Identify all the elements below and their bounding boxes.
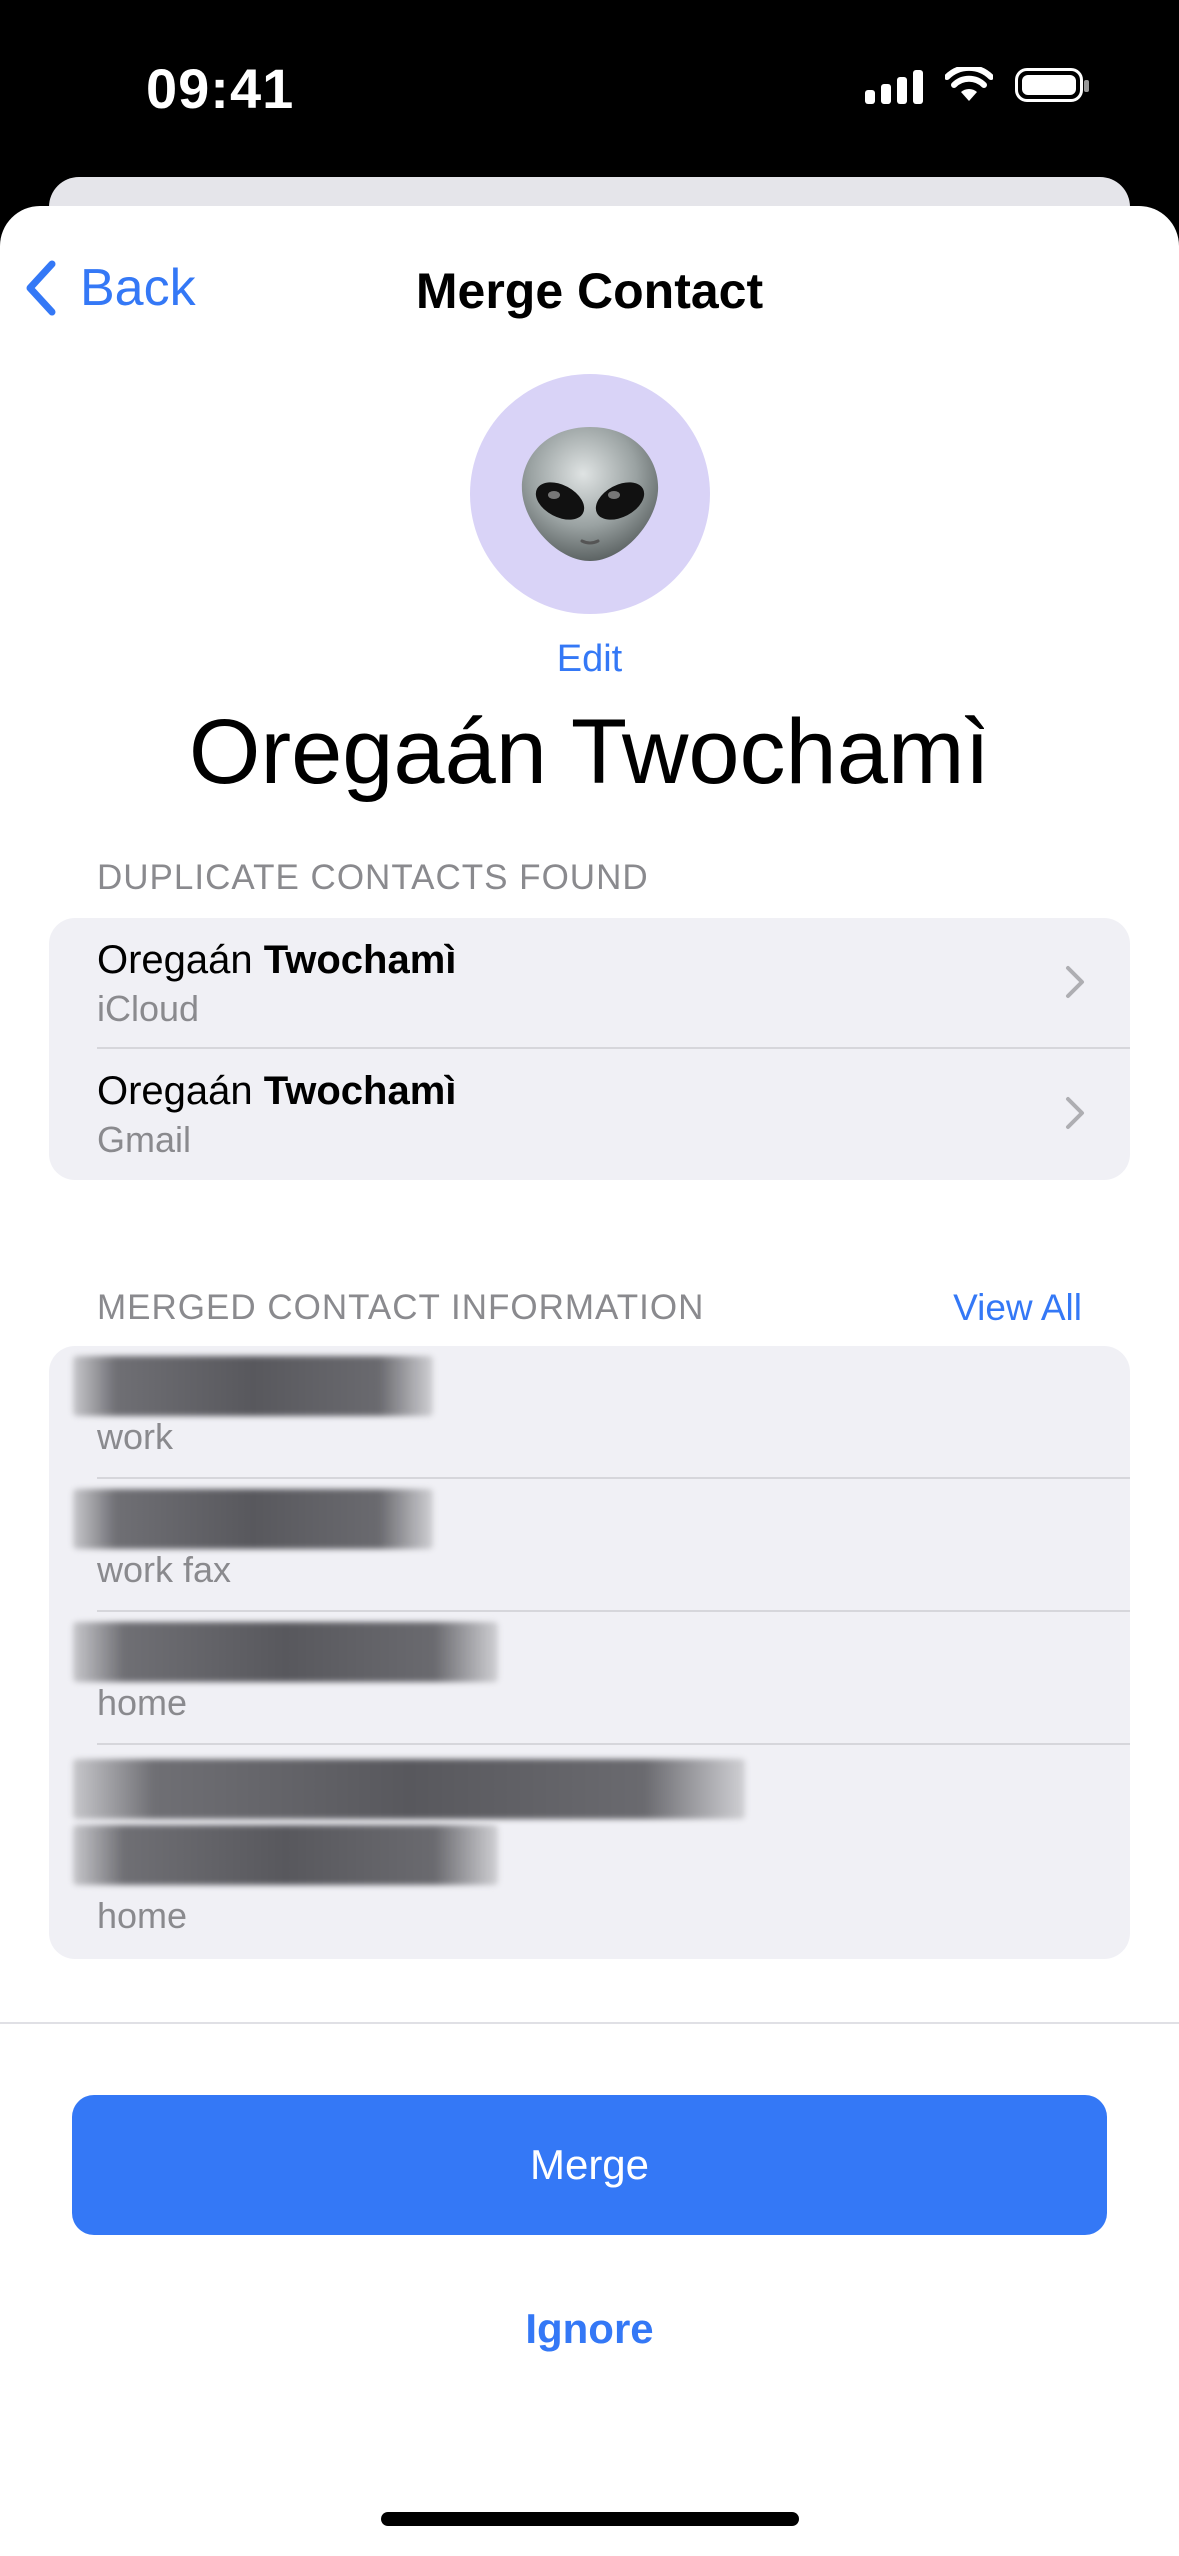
merged-info-label: home	[97, 1895, 188, 1936]
status-time: 09:41	[146, 57, 295, 120]
chevron-right-icon	[1066, 1097, 1084, 1129]
contact-name: Oregaán Twochamì	[188, 701, 991, 803]
alien-memoji-icon	[521, 427, 659, 561]
merged-info-row: home	[49, 1612, 1130, 1743]
duplicate-contact-name: Oregaán Twochamì	[97, 938, 456, 983]
edit-photo-link[interactable]: Edit	[0, 638, 1179, 681]
cellular-signal-icon	[865, 66, 923, 104]
redacted-value	[73, 1356, 433, 1416]
footer-divider	[0, 2022, 1179, 2024]
redacted-value	[73, 1489, 433, 1549]
first-name: Oregaán	[97, 1069, 253, 1113]
page-title: Merge Contact	[415, 263, 764, 319]
last-name: Twochamì	[263, 1069, 457, 1113]
duplicate-contact-name: Oregaán Twochamì	[97, 1069, 456, 1114]
chevron-right-icon	[1066, 966, 1084, 998]
merged-section-header: MERGED CONTACT INFORMATION	[97, 1288, 705, 1327]
merged-info-row: work	[49, 1346, 1130, 1478]
battery-icon	[1015, 68, 1089, 102]
merged-info-label: home	[97, 1682, 188, 1723]
duplicate-contact-row[interactable]: Oregaán Twochamì iCloud	[49, 918, 1130, 1048]
merged-info-label: work	[97, 1416, 174, 1457]
redacted-value	[73, 1825, 498, 1885]
duplicate-contact-source: Gmail	[97, 1119, 192, 1160]
merge-button[interactable]: Merge	[72, 2095, 1107, 2235]
merged-info-label: work fax	[97, 1549, 232, 1590]
merged-info-list: work work fax home home	[49, 1346, 1130, 1959]
wifi-icon	[945, 67, 993, 101]
duplicates-section-header: DUPLICATE CONTACTS FOUND	[97, 858, 649, 897]
view-all-link[interactable]: View All	[953, 1287, 1082, 1329]
redacted-value	[73, 1759, 745, 1819]
duplicate-contact-row[interactable]: Oregaán Twochamì Gmail	[49, 1049, 1130, 1180]
duplicate-contact-source: iCloud	[97, 988, 200, 1029]
merged-info-row: home	[49, 1745, 1130, 1959]
merged-info-row: work fax	[49, 1479, 1130, 1610]
ignore-button[interactable]: Ignore	[0, 2305, 1179, 2353]
status-icons	[865, 66, 1089, 104]
first-name: Oregaán	[97, 938, 253, 982]
redacted-value	[73, 1622, 498, 1682]
avatar[interactable]	[470, 374, 710, 614]
home-indicator[interactable]	[381, 2512, 799, 2526]
duplicates-list: Oregaán Twochamì iCloud Oregaán Twochamì…	[49, 918, 1130, 1180]
last-name: Twochamì	[263, 938, 457, 982]
